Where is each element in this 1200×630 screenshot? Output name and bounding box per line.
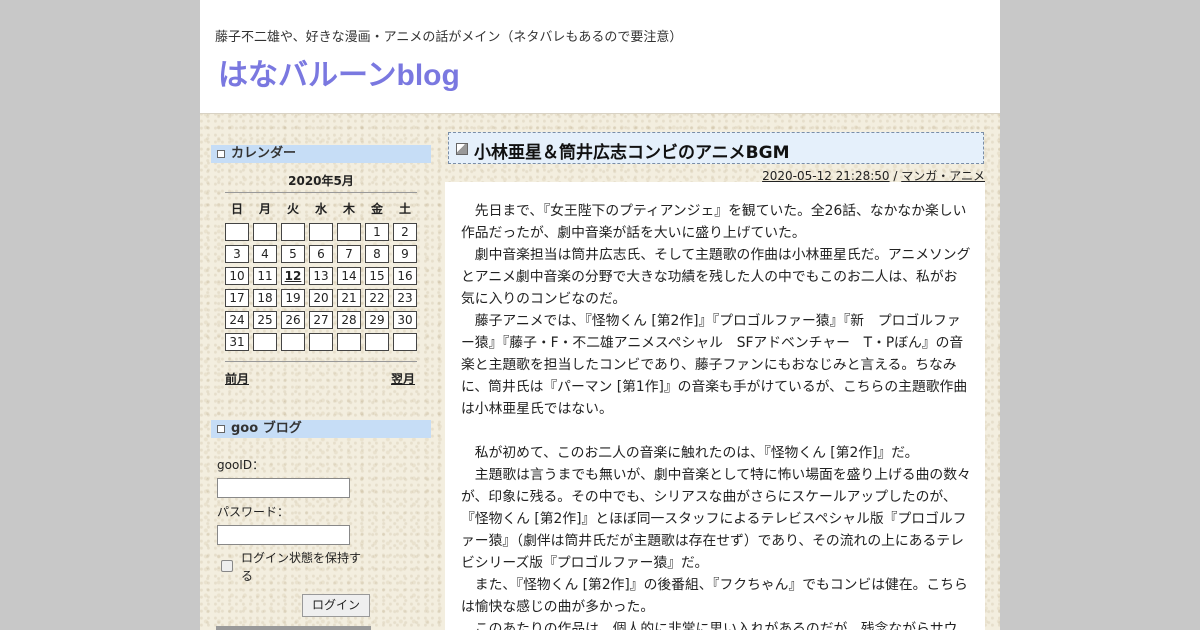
post-paragraph: また、『怪物くん [第2作]』の後番組、『フクちゃん』でもコンビは健在。こちらは… (461, 577, 968, 615)
keep-login-label: ログイン状態を保持する (241, 551, 362, 583)
blog-header: 藤子不二雄や、好きな漫画・アニメの話がメイン（ネタバレもあるので要注意） はなバ… (200, 0, 1000, 114)
login-heading-label: goo ブログ (231, 421, 302, 436)
calendar-day-cell: 1 (365, 223, 389, 241)
calendar-day-cell: 5 (281, 245, 305, 263)
blog-title-link[interactable]: はなバルーンblog (218, 50, 460, 94)
calendar-day-cell: 11 (253, 267, 277, 285)
calendar-day-cell: 3 (225, 245, 249, 263)
calendar-month-title: 2020年5月 (288, 174, 354, 188)
password-input[interactable] (217, 525, 350, 545)
calendar-empty-cell (281, 223, 305, 241)
calendar-heading-label: カレンダー (231, 146, 297, 161)
calendar-day-cell: 19 (281, 289, 305, 307)
calendar-empty-cell (253, 223, 277, 241)
password-label: パスワード： (217, 505, 290, 519)
calendar-heading: カレンダー (211, 145, 431, 163)
post-paragraph-spacer (461, 420, 971, 442)
calendar-day-cell: 22 (365, 289, 389, 307)
calendar-day-cell: 7 (337, 245, 361, 263)
calendar-day-cell: 4 (253, 245, 277, 263)
calendar-day-cell: 29 (365, 311, 389, 329)
calendar-day-cell: 9 (393, 245, 417, 263)
post-paragraph: このあたりの作品は、個人的に非常に思い入れがあるのだが、残念ながらサウ (474, 621, 958, 630)
calendar-day-cell: 27 (309, 311, 333, 329)
post-paragraph: 先日まで、『女王陛下のプティアンジェ』を観ていた。全26話、なかなか楽しい作品だ… (461, 203, 967, 241)
keep-login-checkbox[interactable] (221, 560, 233, 572)
post-paragraph: 主題歌は言うまでも無いが、劇中音楽として特に怖い場面を盛り上げる曲の数々が、印象… (461, 467, 971, 571)
calendar-day-cell: 18 (253, 289, 277, 307)
gooid-input[interactable] (217, 478, 350, 498)
calendar-day-cell[interactable]: 12 (281, 267, 305, 285)
entry-icon (456, 143, 468, 155)
calendar-day-cell: 15 (365, 267, 389, 285)
meta-separator: / (889, 169, 902, 183)
calendar-weekday-header: 木 (342, 202, 355, 216)
calendar-empty-cell (309, 223, 333, 241)
login-heading: goo ブログ (211, 420, 431, 438)
calendar-grid: 日月火水木金土 1 2 3 4 5 6 7 8 9 10 11 12 13 14 15 16 17 18 19 20 21… (225, 200, 419, 355)
calendar-empty-cell (253, 333, 277, 351)
calendar-day-cell: 2 (393, 223, 417, 241)
calendar-weekday-header: 月 (258, 202, 271, 216)
post-title-box: 小林亜星＆筒井広志コンビのアニメBGM (448, 132, 984, 164)
square-bullet-icon (217, 150, 225, 158)
post-title: 小林亜星＆筒井広志コンビのアニメBGM (474, 143, 790, 163)
square-bullet-icon (217, 425, 225, 433)
calendar-weekday-header: 火 (286, 202, 299, 216)
calendar-day-cell: 25 (253, 311, 277, 329)
calendar-empty-cell (225, 223, 249, 241)
calendar-empty-cell (309, 333, 333, 351)
gooid-label: gooID： (217, 458, 265, 472)
calendar-day-cell: 13 (309, 267, 333, 285)
calendar-day-cell: 31 (225, 333, 249, 351)
calendar-weekday-header: 日 (230, 202, 243, 216)
blog-description: 藤子不二雄や、好きな漫画・アニメの話がメイン（ネタバレもあるので要注意） (215, 30, 683, 45)
calendar-day-cell: 23 (393, 289, 417, 307)
calendar-weekday-header: 土 (398, 202, 411, 216)
calendar-day-cell: 21 (337, 289, 361, 307)
post-paragraph: 私が初めて、このお二人の音楽に触れたのは、『怪物くん [第2作]』だ。 (474, 445, 919, 461)
post-category-link[interactable]: マンガ・アニメ (901, 169, 985, 183)
calendar-empty-cell (337, 223, 361, 241)
calendar-empty-cell (281, 333, 305, 351)
calendar-day-cell: 10 (225, 267, 249, 285)
divider (225, 361, 417, 362)
calendar-day-cell: 8 (365, 245, 389, 263)
post-body: 先日まで、『女王陛下のプティアンジェ』を観ていた。全26話、なかなか楽しい作品だ… (445, 182, 985, 630)
sidebar-bar (216, 626, 371, 630)
calendar-day-cell: 20 (309, 289, 333, 307)
post-datetime-link[interactable]: 2020-05-12 21:28:50 (762, 169, 889, 183)
post-paragraph: 藤子アニメでは、『怪物くん [第2作]』『プロゴルファー猿』『新 プロゴルファー… (461, 313, 968, 417)
calendar-day-cell: 6 (309, 245, 333, 263)
calendar-day-cell: 28 (337, 311, 361, 329)
login-button[interactable]: ログイン (302, 594, 370, 617)
calendar-weekday-header: 水 (314, 202, 327, 216)
calendar-day-cell: 30 (393, 311, 417, 329)
calendar-day-cell: 17 (225, 289, 249, 307)
calendar-next-month-link[interactable]: 翌月 (391, 370, 415, 387)
calendar-empty-cell (393, 333, 417, 351)
divider (225, 192, 417, 193)
calendar-day-cell: 26 (281, 311, 305, 329)
calendar-empty-cell (365, 333, 389, 351)
calendar-weekday-header: 金 (370, 202, 383, 216)
calendar-day-cell: 24 (225, 311, 249, 329)
calendar-day-cell: 16 (393, 267, 417, 285)
post-paragraph: 劇中音楽担当は筒井広志氏、そして主題歌の作曲は小林亜星氏だ。アニメソングとアニメ… (461, 247, 971, 307)
calendar-empty-cell (337, 333, 361, 351)
calendar-prev-month-link[interactable]: 前月 (225, 370, 249, 387)
blog-page: 藤子不二雄や、好きな漫画・アニメの話がメイン（ネタバレもあるので要注意） はなバ… (200, 0, 1000, 630)
calendar-day-cell: 14 (337, 267, 361, 285)
